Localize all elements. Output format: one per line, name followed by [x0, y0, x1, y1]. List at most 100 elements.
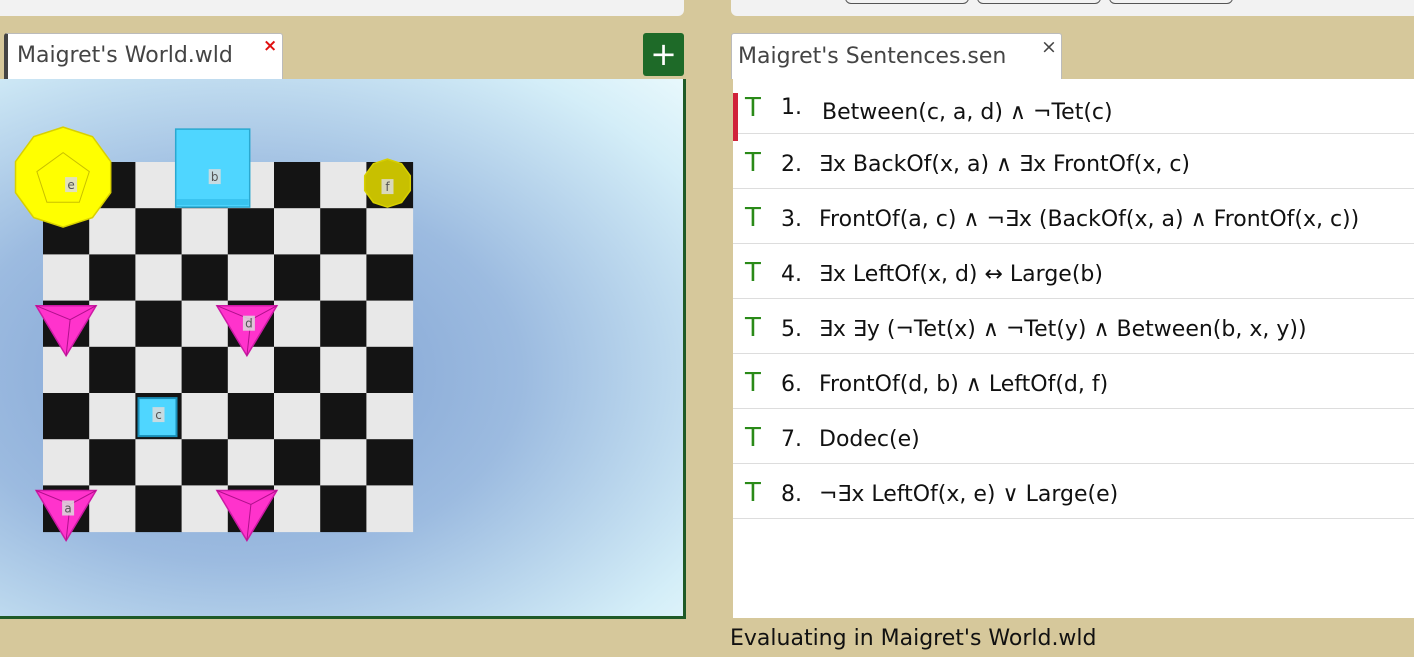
world-board[interactable]: ebfdca: [0, 79, 683, 616]
board-square: [43, 254, 90, 302]
sentence-number: 8.: [781, 482, 802, 507]
sentence-number: 3.: [781, 207, 802, 232]
toolbar-button-3[interactable]: [1109, 0, 1233, 4]
sentence-number: 1.: [781, 95, 802, 120]
sentence-formula[interactable]: ∃x BackOf(x, a) ∧ ∃x FrontOf(x, c): [819, 152, 1190, 177]
cube-face: [176, 199, 249, 206]
sentence-row[interactable]: T 2. ∃x BackOf(x, a) ∧ ∃x FrontOf(x, c): [733, 134, 1414, 189]
board-square: [227, 346, 275, 394]
board-square: [135, 439, 183, 486]
sentence-formula[interactable]: Dodec(e): [819, 427, 920, 452]
board-square: [366, 208, 414, 255]
add-world-button[interactable]: +: [643, 33, 684, 76]
board-square: [89, 300, 136, 348]
board-square: [366, 300, 414, 348]
board-square: [274, 439, 321, 486]
board-square: [135, 485, 183, 533]
tab-world-file[interactable]: Maigret's World.wld ×: [4, 33, 283, 79]
board-square: [89, 208, 136, 255]
toolbar-button-1[interactable]: [845, 0, 969, 4]
sentence-formula[interactable]: ¬∃x LeftOf(x, e) ∨ Large(e): [819, 482, 1118, 507]
board-square: [135, 208, 183, 255]
toolbar-button-2[interactable]: [977, 0, 1101, 4]
world-toolbar-strip: [0, 0, 684, 16]
object-label: b: [211, 170, 219, 184]
board-square: [227, 254, 275, 302]
board-square: [320, 346, 367, 394]
board-square: [366, 393, 414, 440]
truth-value: T: [745, 368, 761, 398]
board-square: [320, 439, 367, 486]
sentences-tab-title: Maigret's Sentences.sen: [738, 44, 1007, 69]
board-square: [89, 439, 136, 486]
board-square: [366, 485, 414, 533]
board-square: [181, 439, 229, 486]
truth-value: T: [745, 203, 761, 233]
board-square: [320, 208, 367, 255]
world-view[interactable]: ebfdca: [0, 79, 686, 619]
sentence-row[interactable]: T 4. ∃x LeftOf(x, d) ↔ Large(b): [733, 244, 1414, 299]
sentence-number: 5.: [781, 317, 802, 342]
board-square: [181, 346, 229, 394]
board-square: [274, 162, 321, 209]
board-square: [274, 485, 321, 533]
sentence-number: 7.: [781, 427, 802, 452]
sentence-row[interactable]: T 8. ¬∃x LeftOf(x, e) ∨ Large(e): [733, 464, 1414, 519]
sentence-formula[interactable]: ∃x ∃y (¬Tet(x) ∧ ¬Tet(y) ∧ Between(b, x,…: [819, 317, 1307, 342]
tab-sentences-file[interactable]: Maigret's Sentences.sen ×: [731, 33, 1062, 79]
sentence-row[interactable]: T 7. Dodec(e): [733, 409, 1414, 464]
board-square: [366, 439, 414, 486]
sentence-row[interactable]: T 5. ∃x ∃y (¬Tet(x) ∧ ¬Tet(y) ∧ Between(b,…: [733, 299, 1414, 354]
board-square: [320, 485, 367, 533]
sentence-number: 6.: [781, 372, 802, 397]
board-square: [274, 393, 321, 440]
object-label: d: [245, 317, 253, 331]
board-square: [366, 254, 414, 302]
status-text: Evaluating in Maigret's World.wld: [730, 626, 1097, 651]
board-square: [181, 254, 229, 302]
board-square: [89, 485, 136, 533]
truth-value: T: [745, 478, 761, 508]
world-tab-title: Maigret's World.wld: [17, 43, 233, 68]
board-square: [43, 393, 90, 440]
sentences-list[interactable]: T 1. Between(c, a, d) ∧ ¬Tet(c) T 2. ∃x BackO…: [733, 79, 1414, 618]
object-label: c: [155, 408, 162, 422]
object-label: a: [64, 502, 71, 516]
board-square: [320, 300, 367, 348]
sentence-formula[interactable]: ∃x LeftOf(x, d) ↔ Large(b): [819, 262, 1103, 287]
close-icon[interactable]: ×: [1041, 36, 1057, 58]
dodecahedron-shape: [14, 126, 112, 228]
board-square: [227, 439, 275, 486]
object-label: e: [67, 178, 74, 192]
board-square: [43, 439, 90, 486]
board-square: [181, 208, 229, 255]
sentence-row[interactable]: T 1. Between(c, a, d) ∧ ¬Tet(c): [733, 79, 1414, 141]
board-square: [135, 254, 183, 302]
sentence-number: 2.: [781, 152, 802, 177]
sentence-formula[interactable]: FrontOf(a, c) ∧ ¬∃x (BackOf(x, a) ∧ Fron…: [819, 207, 1359, 232]
board-square: [135, 346, 183, 394]
board-square: [181, 393, 229, 440]
truth-value: T: [745, 93, 761, 123]
board-square: [274, 300, 321, 348]
sentence-row[interactable]: T 6. FrontOf(d, b) ∧ LeftOf(d, f): [733, 354, 1414, 409]
board-square: [366, 346, 414, 394]
truth-value: T: [745, 148, 761, 178]
board-square: [89, 346, 136, 394]
sentence-formula[interactable]: Between(c, a, d) ∧ ¬Tet(c): [822, 100, 1113, 125]
board-square: [320, 162, 367, 209]
board-square: [89, 393, 136, 440]
board-square: [135, 300, 183, 348]
close-icon[interactable]: ×: [263, 36, 277, 56]
truth-value: T: [745, 313, 761, 343]
board-square: [274, 346, 321, 394]
board-square: [320, 393, 367, 440]
truth-value: T: [745, 258, 761, 288]
sentence-formula[interactable]: FrontOf(d, b) ∧ LeftOf(d, f): [819, 372, 1108, 397]
cube-shape: [174, 128, 251, 208]
sentences-toolbar-strip: [731, 0, 1414, 16]
truth-value: T: [745, 423, 761, 453]
board-square: [320, 254, 367, 302]
sentence-row[interactable]: T 3. FrontOf(a, c) ∧ ¬∃x (BackOf(x, a) ∧ F…: [733, 189, 1414, 244]
board-square: [227, 393, 275, 440]
